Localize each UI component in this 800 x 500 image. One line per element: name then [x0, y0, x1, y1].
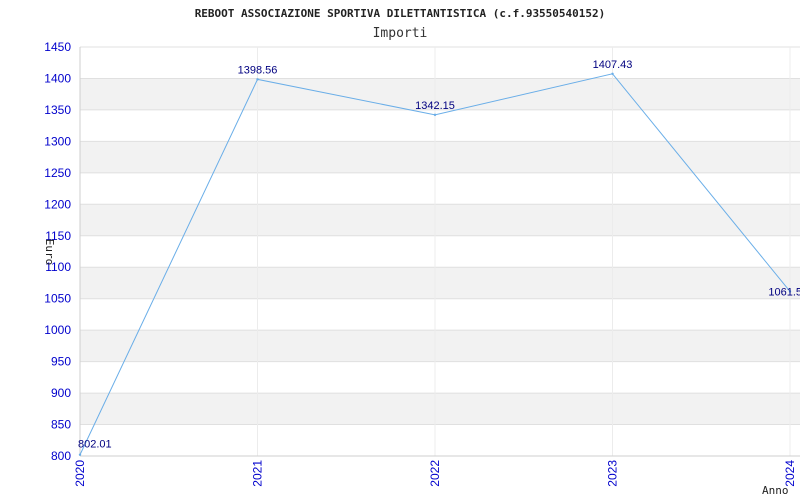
data-label: 1398.56: [238, 64, 278, 76]
data-label: 1061.5: [768, 286, 800, 298]
data-labels: 802.01 1398.56 1342.15 1407.43 1061.5: [78, 59, 800, 451]
data-label: 802.01: [78, 439, 112, 451]
grid-band: [80, 141, 800, 173]
line-chart: 8008509009501000105011001150120012501300…: [43, 7, 800, 497]
x-tick-label: 2021: [251, 460, 265, 487]
grid-band: [80, 204, 800, 236]
y-tick-label: 950: [51, 355, 71, 369]
y-tick-label: 1400: [44, 71, 71, 85]
y-axis-label: Euro: [43, 239, 56, 266]
x-axis-label: Anno: [762, 484, 789, 497]
chart-title: REBOOT ASSOCIAZIONE SPORTIVA DILETTANTIS…: [195, 7, 606, 20]
y-tick-label: 1250: [44, 166, 71, 180]
data-label: 1342.15: [415, 100, 455, 112]
data-point: [78, 453, 82, 456]
data-label: 1407.43: [593, 59, 633, 71]
grid-bands: [80, 78, 800, 425]
y-tick-label: 1450: [44, 40, 71, 54]
y-tick-label: 1050: [44, 292, 71, 306]
y-tick-label: 800: [51, 449, 71, 463]
y-tick-label: 1350: [44, 103, 71, 117]
y-tick-label: 850: [51, 418, 71, 432]
grid-band: [80, 393, 800, 425]
x-tick-label: 2022: [428, 460, 442, 487]
y-tick-label: 1200: [44, 197, 71, 211]
data-point: [611, 72, 614, 75]
chart-subtitle: Importi: [373, 26, 428, 41]
y-tick-label: 900: [51, 386, 71, 400]
data-point: [256, 78, 259, 81]
y-tick-label: 1000: [44, 323, 71, 337]
x-tick-label: 2024: [783, 460, 797, 487]
data-point: [433, 113, 437, 117]
x-tick-label: 2023: [606, 460, 620, 487]
x-tick-label: 2020: [73, 460, 87, 487]
x-tick-labels: 2020 2021 2022 2023 2024: [73, 460, 797, 487]
grid-band: [80, 330, 800, 362]
grid-band: [80, 267, 800, 299]
y-tick-label: 1300: [44, 134, 71, 148]
